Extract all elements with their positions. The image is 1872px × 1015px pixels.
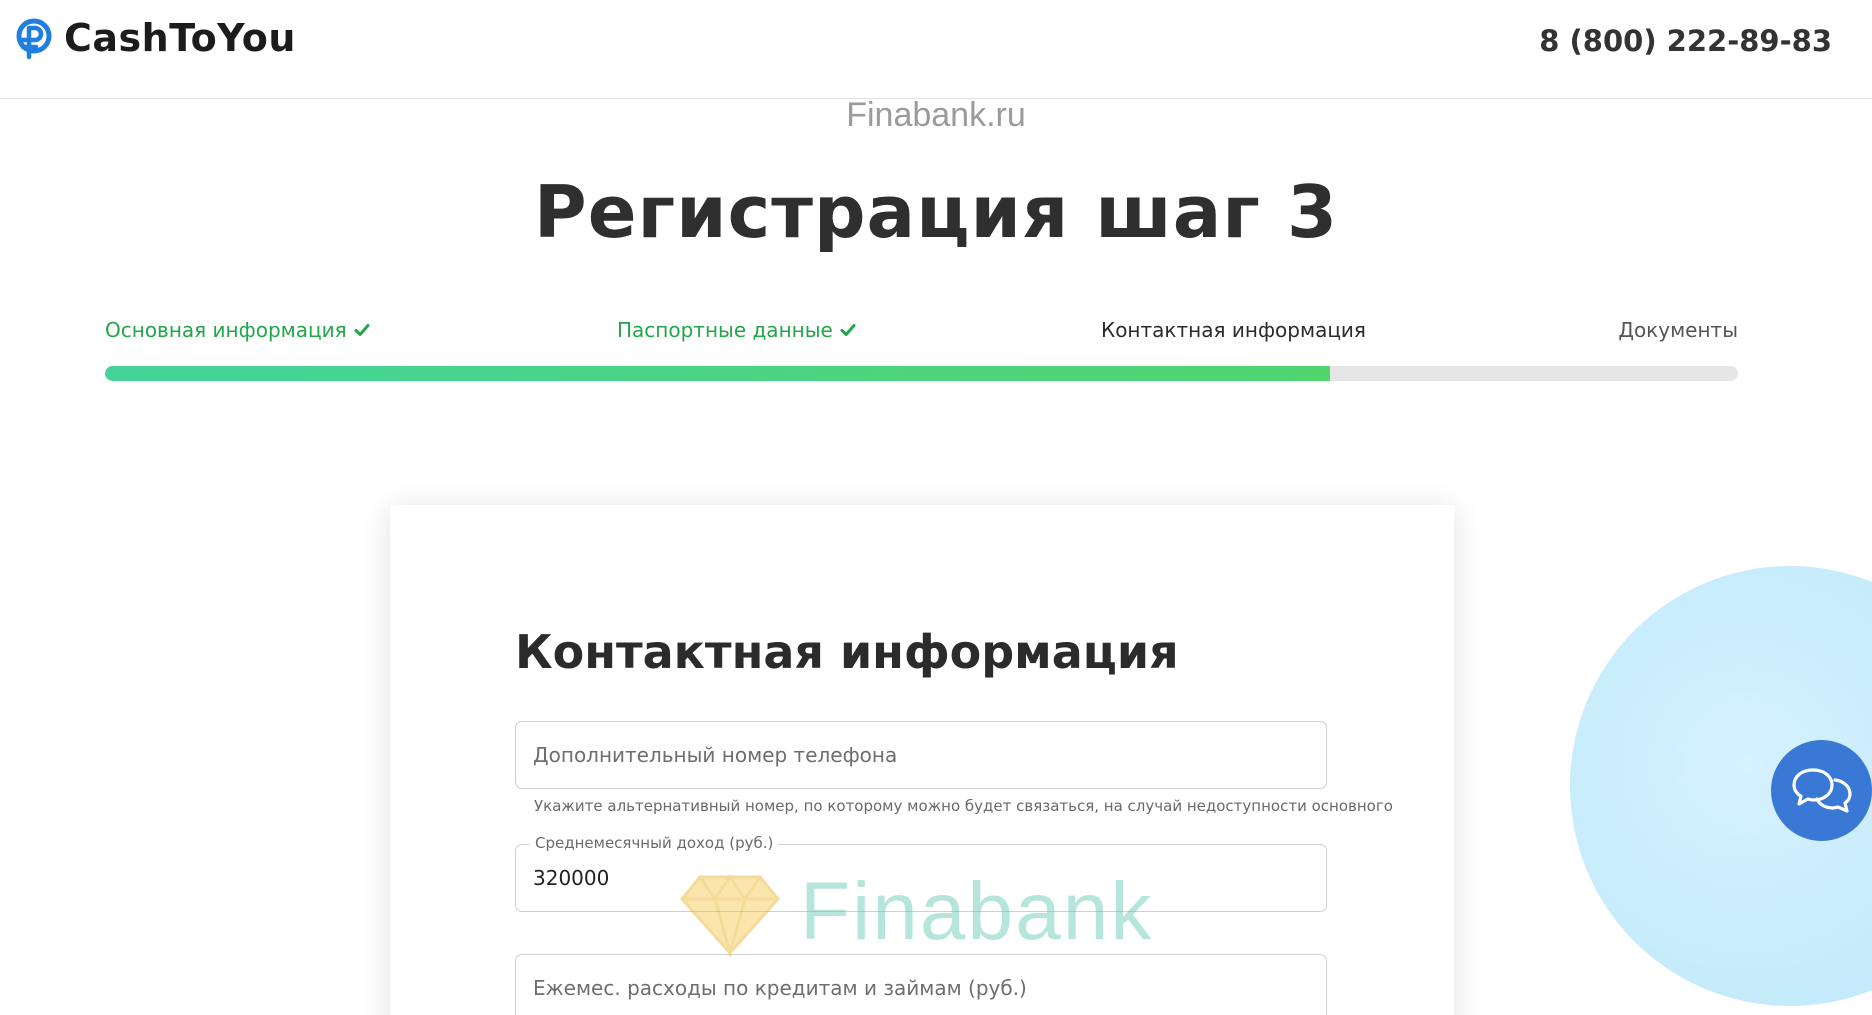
step-label: Контактная информация bbox=[1101, 318, 1366, 342]
chat-button[interactable] bbox=[1771, 740, 1872, 841]
phone-link[interactable]: 8 (800) 222-89-83 bbox=[1539, 24, 1832, 58]
checkmark-icon bbox=[354, 324, 370, 336]
page: CashToYou 8 (800) 222-89-83 Finabank.ru … bbox=[0, 0, 1872, 1015]
step-contact-info: Контактная информация bbox=[1101, 318, 1366, 342]
step-passport-data: Паспортные данные bbox=[617, 318, 857, 342]
expenses-input[interactable] bbox=[533, 955, 1303, 1015]
site-header: CashToYou 8 (800) 222-89-83 bbox=[0, 0, 1872, 99]
logo-link[interactable]: CashToYou bbox=[10, 16, 296, 60]
chat-bubbles-icon bbox=[1791, 767, 1852, 813]
step-label: Основная информация bbox=[105, 318, 347, 342]
watermark-bottom-text: Finabank bbox=[800, 866, 1154, 957]
step-basic-info: Основная информация bbox=[105, 318, 371, 342]
expenses-field bbox=[515, 954, 1327, 1015]
diamond-icon bbox=[680, 874, 780, 957]
extra-phone-field bbox=[515, 721, 1327, 789]
progress-fill bbox=[105, 366, 1330, 381]
ruble-coin-icon bbox=[16, 18, 52, 60]
step-documents: Документы bbox=[1618, 318, 1738, 342]
checkmark-icon bbox=[840, 324, 856, 336]
form-title: Контактная информация bbox=[515, 625, 1179, 679]
extra-phone-input[interactable] bbox=[533, 722, 1303, 788]
step-label: Документы bbox=[1618, 318, 1738, 342]
watermark-top-text: Finabank.ru bbox=[846, 96, 1026, 134]
brand-name: CashToYou bbox=[64, 16, 296, 60]
page-title: Регистрация шаг 3 bbox=[533, 170, 1339, 254]
registration-steps: Основная информация Паспортные данные Ко… bbox=[105, 318, 1738, 348]
progress-bar bbox=[105, 366, 1738, 381]
extra-phone-hint: Укажите альтернативный номер, по котором… bbox=[534, 797, 1393, 815]
watermark-bottom: Finabank bbox=[680, 865, 1153, 959]
step-label: Паспортные данные bbox=[617, 318, 833, 342]
